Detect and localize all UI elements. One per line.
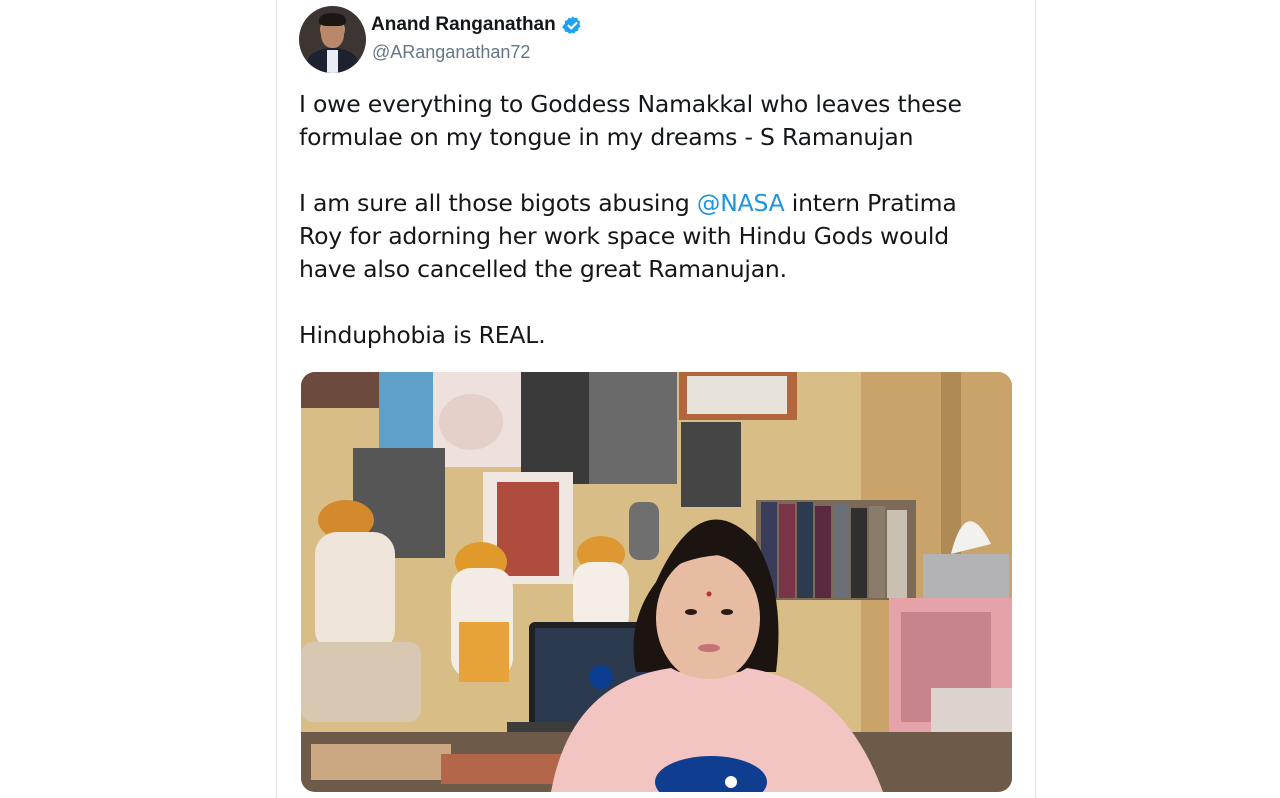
author-handle[interactable]: @ARanganathan72 [372, 42, 530, 63]
verified-badge-icon [561, 15, 581, 34]
tweet-line: I owe everything to Goddess Namakkal who… [299, 90, 962, 118]
tweet-text: I owe everything to Goddess Namakkal who… [299, 88, 1019, 352]
author-name-row: Anand Ranganathan [371, 14, 583, 36]
tweet-photo[interactable] [301, 372, 1012, 792]
tweet-text-segment: intern Pratima [784, 189, 957, 217]
workspace-photo [301, 372, 1012, 792]
author-avatar[interactable] [299, 6, 366, 73]
tweet-line: Hinduphobia is REAL. [299, 321, 546, 349]
avatar-hair [319, 13, 346, 26]
avatar-shirt [327, 50, 338, 73]
tweet-line: I am sure all those bigots abusing @NASA… [299, 187, 1019, 220]
nasa-mention-link[interactable]: @NASA [697, 189, 785, 217]
tweet-line: have also cancelled the great Ramanujan. [299, 255, 787, 283]
tweet-line: formulae on my tongue in my dreams - S R… [299, 123, 914, 151]
tweet-text-segment: I am sure all those bigots abusing [299, 189, 697, 217]
tweet-card: Anand Ranganathan @ARanganathan72 I owe … [276, 0, 1036, 798]
author-display-name[interactable]: Anand Ranganathan [371, 14, 556, 36]
tweet-line: Roy for adorning her work space with Hin… [299, 222, 949, 250]
